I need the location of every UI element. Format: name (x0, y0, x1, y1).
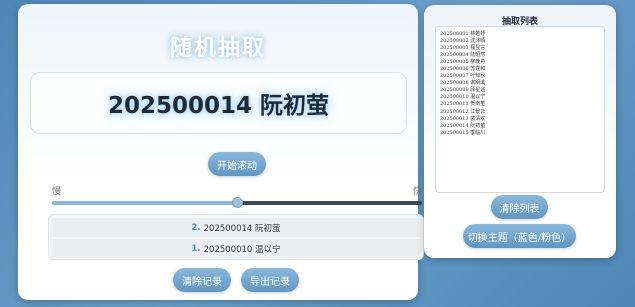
history-text: 202500014 阮初萤 (203, 223, 281, 234)
list-item: 202500015 季临川 (440, 129, 486, 136)
draw-panel: 随机抽取 202500014 阮初萤 开始滚动 慢 快 2. 202500014… (18, 4, 424, 300)
list-item: 202500014 阮初萤 (440, 122, 486, 129)
start-scroll-button[interactable]: 开始滚动 (208, 152, 266, 176)
list-item: 202500011 贺南笙 (440, 101, 486, 108)
toggle-theme-button[interactable]: 切换主题（蓝色/粉色） (463, 224, 576, 248)
clear-list-button[interactable]: 清除列表 (491, 195, 548, 219)
speed-slider-fill (52, 201, 237, 205)
history-item: 2. 202500014 阮初萤 (52, 218, 420, 237)
name-list[interactable]: 202500001 林若妤 202500002 沈沐晴 202500003 程昱… (435, 26, 605, 193)
history-item: 1. 202500010 温以宁 (52, 239, 420, 258)
list-item: 202500012 江景云 (440, 108, 486, 115)
export-records-button[interactable]: 导出记录 (241, 268, 299, 292)
clear-records-button[interactable]: 清除记录 (173, 268, 231, 292)
speed-slider[interactable] (52, 197, 422, 208)
history-list: 2. 202500014 阮初萤 1. 202500010 温以宁 (48, 214, 424, 260)
history-index: 2. (191, 222, 201, 233)
current-result: 202500014 阮初萤 (107, 93, 330, 119)
speed-slider-thumb[interactable] (232, 197, 243, 208)
list-item: 202500001 林若妤 (440, 31, 486, 37)
list-item: 202500013 裴清欢 (440, 115, 486, 122)
speed-fast-label: 快 (413, 187, 423, 197)
app-title: 随机抽取 (169, 36, 266, 61)
list-panel: 抽取列表 202500001 林若妤 202500002 沈沐晴 2025000… (424, 5, 616, 258)
history-text: 202500010 温以宁 (203, 244, 281, 255)
history-index: 1. (191, 243, 201, 254)
result-display: 202500014 阮初萤 (30, 72, 407, 134)
speed-slow-label: 慢 (52, 187, 62, 197)
